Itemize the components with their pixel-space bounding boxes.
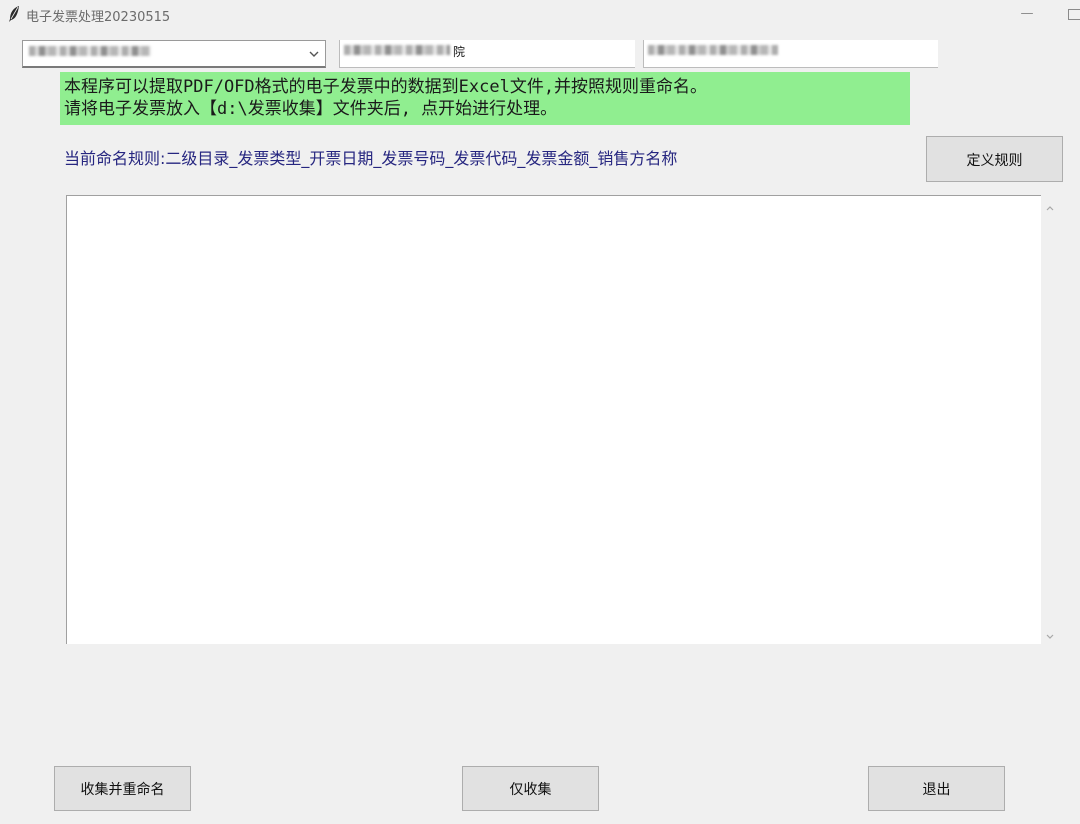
output-scrollbar[interactable] (1041, 195, 1059, 644)
company-name-field[interactable]: 院 (339, 40, 635, 68)
chevron-down-icon[interactable] (1044, 628, 1056, 640)
info-banner: 本程序可以提取PDF/OFD格式的电子发票中的数据到Excel文件,并按照规则重… (60, 72, 910, 125)
redacted-value (648, 45, 778, 55)
redacted-value (344, 45, 450, 55)
chevron-down-icon[interactable] (307, 46, 321, 60)
redacted-value (29, 46, 151, 56)
unit-select[interactable] (22, 40, 326, 68)
minimize-button[interactable]: — (1012, 4, 1042, 24)
feather-icon (8, 5, 20, 23)
title-bar: 电子发票处理20230515 — (0, 0, 1080, 30)
info-line-1: 本程序可以提取PDF/OFD格式的电子发票中的数据到Excel文件,并按照规则重… (64, 77, 708, 97)
chevron-up-icon[interactable] (1044, 199, 1056, 211)
define-rules-button[interactable]: 定义规则 (926, 136, 1063, 182)
collect-only-button[interactable]: 仅收集 (462, 766, 599, 811)
maximize-button[interactable] (1068, 9, 1080, 20)
window-title: 电子发票处理20230515 (26, 10, 171, 25)
naming-rule-label: 当前命名规则:二级目录_发票类型_开票日期_发票号码_发票代码_发票金额_销售方… (64, 149, 678, 168)
info-line-2: 请将电子发票放入【d:\发票收集】文件夹后, 点开始进行处理。 (64, 99, 558, 119)
tax-id-field[interactable] (643, 40, 938, 68)
output-log[interactable] (66, 195, 1041, 644)
company-name-suffix: 院 (453, 45, 466, 59)
exit-button[interactable]: 退出 (868, 766, 1005, 811)
collect-and-rename-button[interactable]: 收集并重命名 (54, 766, 191, 811)
